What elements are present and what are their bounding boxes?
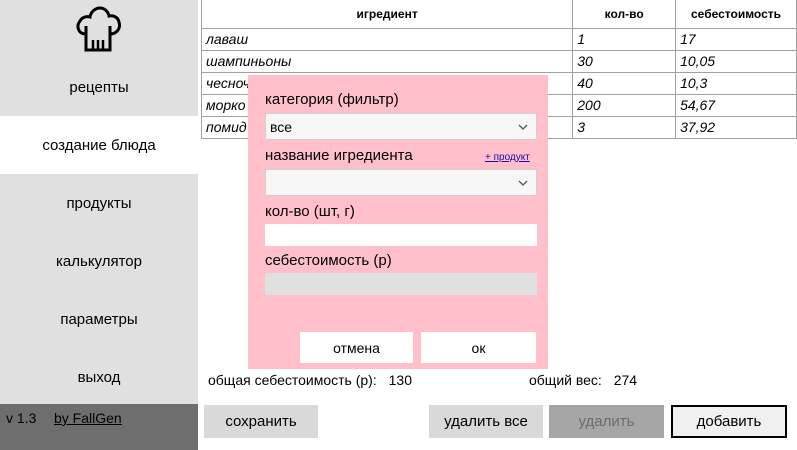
add-button[interactable]: добавить (671, 405, 787, 438)
total-cost-label: общая себестоимость (р): (208, 372, 377, 388)
table-cell-ingredient[interactable]: шампиньоны (200, 49, 574, 73)
sidebar-item-products[interactable]: продукты (0, 174, 198, 232)
table-cell-quantity[interactable]: 40 (572, 71, 677, 95)
ingredient-select[interactable] (265, 169, 537, 196)
table-cell-ingredient[interactable]: лаваш (200, 27, 574, 51)
table-cell-cost[interactable]: 17 (675, 27, 797, 51)
sidebar-item-exit[interactable]: выход (0, 348, 198, 406)
table-cell-cost[interactable]: 10,05 (675, 49, 797, 73)
chevron-down-icon (518, 124, 528, 130)
cancel-button[interactable]: отмена (300, 332, 413, 363)
sidebar-item-recipes[interactable]: рецепты (0, 58, 198, 116)
sidebar-item-parameters[interactable]: параметры (0, 290, 198, 348)
save-button[interactable]: сохранить (204, 405, 318, 438)
version-label: v 1.3 (6, 410, 37, 426)
table-cell-cost[interactable]: 10,3 (675, 71, 797, 95)
total-weight: общий вес: 274 (529, 372, 645, 388)
quantity-input[interactable] (265, 224, 537, 246)
cost-label: себестоимость (р) (265, 252, 392, 269)
column-header-quantity[interactable]: кол-во (572, 0, 677, 29)
sidebar-item-create-dish[interactable]: создание блюда (0, 116, 198, 174)
delete-button[interactable]: удалить (549, 405, 664, 438)
total-weight-value: 274 (613, 372, 638, 388)
total-cost-value: 130 (388, 372, 412, 388)
total-cost: общая себестоимость (р): 130 (208, 372, 420, 388)
table-row[interactable]: лаваш 1 17 (200, 27, 797, 51)
author-link[interactable]: by FallGen (54, 410, 122, 426)
cost-input (265, 273, 537, 295)
table-cell-quantity[interactable]: 30 (572, 49, 677, 73)
chef-hat-icon (76, 6, 121, 52)
column-header-ingredient[interactable]: игредиент (200, 0, 574, 29)
table-header-row: игредиент кол-во себестоимость (200, 0, 797, 29)
sidebar: рецепты создание блюда продукты калькуля… (0, 0, 198, 450)
column-header-cost[interactable]: себестоимость (675, 0, 797, 29)
sidebar-footer: v 1.3 by FallGen (0, 404, 198, 450)
quantity-label: кол-во (шт, г) (265, 203, 355, 220)
table-cell-quantity[interactable]: 3 (572, 115, 677, 139)
table-row[interactable]: шампиньоны 30 10,05 (200, 49, 797, 73)
table-cell-quantity[interactable]: 1 (572, 27, 677, 51)
add-ingredient-dialog: категория (фильтр) все название игредиен… (248, 75, 548, 369)
ok-button[interactable]: ок (421, 332, 536, 363)
category-select-value: все (270, 118, 293, 135)
sidebar-item-calculator[interactable]: калькулятор (0, 232, 198, 290)
delete-all-button[interactable]: удалить все (429, 405, 543, 438)
table-cell-cost[interactable]: 37,92 (675, 115, 797, 139)
chevron-down-icon (518, 180, 528, 186)
add-product-link[interactable]: + продукт (485, 152, 530, 163)
ingredient-name-label: название игредиента (265, 147, 413, 164)
category-select[interactable]: все (265, 113, 537, 140)
table-cell-quantity[interactable]: 200 (572, 93, 677, 117)
total-weight-label: общий вес: (529, 372, 602, 388)
table-cell-cost[interactable]: 54,67 (675, 93, 797, 117)
category-label: категория (фильтр) (265, 91, 399, 108)
